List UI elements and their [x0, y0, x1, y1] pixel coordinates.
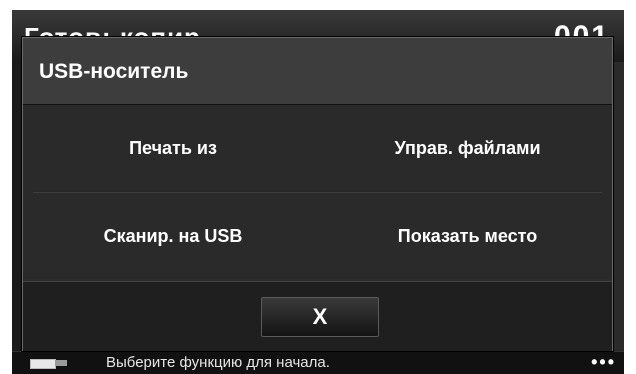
- show-space-button[interactable]: Показать место: [323, 193, 612, 279]
- file-management-button[interactable]: Управ. файлами: [323, 105, 612, 191]
- more-icon[interactable]: •••: [591, 352, 616, 373]
- dialog-footer: X: [23, 281, 612, 351]
- options-grid: Печать из Управ. файлами Сканир. на USB …: [23, 105, 612, 279]
- close-icon: X: [312, 304, 328, 329]
- options-row: Сканир. на USB Показать место: [23, 193, 612, 279]
- left-edge-strip: [12, 62, 22, 352]
- scan-to-usb-button[interactable]: Сканир. на USB: [23, 193, 323, 279]
- status-message: Выберите функцию для начала.: [106, 354, 330, 371]
- status-bar: Выберите функцию для начала. •••: [12, 351, 624, 374]
- options-row: Печать из Управ. файлами: [23, 105, 612, 191]
- usb-drive-icon: [30, 357, 70, 369]
- close-button[interactable]: X: [261, 297, 379, 337]
- dialog-title: USB-носитель: [39, 60, 189, 83]
- usb-dialog: USB-носитель Печать из Управ. файлами Ск…: [22, 37, 613, 351]
- print-from-button[interactable]: Печать из: [23, 105, 323, 191]
- dialog-header: USB-носитель: [23, 38, 612, 105]
